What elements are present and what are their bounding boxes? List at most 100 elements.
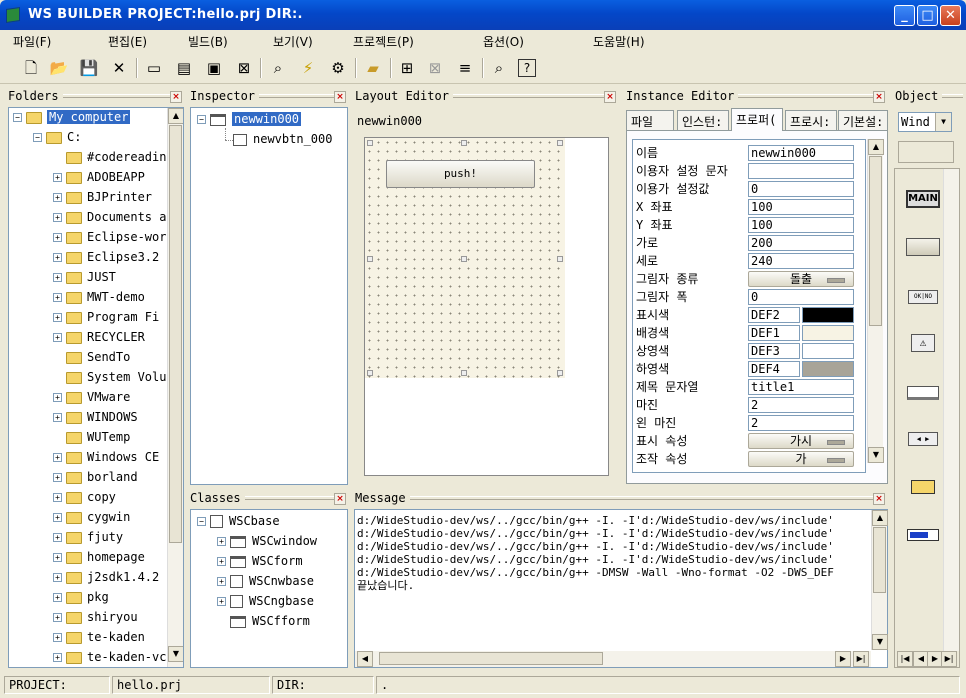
folder-item[interactable]: + cygwin <box>53 510 130 530</box>
open-folder-icon[interactable]: 📂 <box>48 57 70 79</box>
folder-item[interactable]: + BJPrinter <box>53 190 152 210</box>
property-field[interactable]: newwin000 <box>748 145 854 161</box>
resize-handle[interactable] <box>557 140 563 146</box>
expand-icon[interactable]: + <box>53 293 62 302</box>
color-swatch[interactable] <box>802 343 854 359</box>
collapse-icon[interactable]: − <box>197 517 206 526</box>
scroll-down-icon[interactable]: ▼ <box>872 634 888 650</box>
property-color-field[interactable]: DEF2 <box>748 307 800 323</box>
menu-options[interactable]: 옵션(O) <box>483 33 524 50</box>
folder-item[interactable]: + Program Fi <box>53 310 159 330</box>
title-bar[interactable]: WS BUILDER PROJECT:hello.prj DIR:. _ □ ✕ <box>0 0 966 30</box>
design-window[interactable]: push! <box>365 138 565 378</box>
expand-icon[interactable]: + <box>53 413 62 422</box>
folder-item[interactable]: + borland <box>53 470 138 490</box>
message-vscrollbar[interactable]: ▲ ▼ <box>871 510 888 650</box>
expand-icon[interactable]: + <box>53 613 62 622</box>
property-field[interactable]: 100 <box>748 217 854 233</box>
hscroll-thumb[interactable] <box>379 652 603 665</box>
expand-icon[interactable]: + <box>53 213 62 222</box>
folder-item[interactable]: + Documents a <box>53 210 166 230</box>
expand-icon[interactable]: + <box>53 193 62 202</box>
inspect-icon[interactable]: ⌕ <box>267 57 289 79</box>
folder-item[interactable]: + JUST <box>53 270 116 290</box>
grid-off-icon[interactable]: ⊠ <box>424 57 446 79</box>
layout-canvas[interactable]: push! <box>364 137 609 476</box>
scroll-thumb[interactable] <box>869 156 882 326</box>
scroll-up-icon[interactable]: ▲ <box>168 108 183 124</box>
folder-item[interactable]: + j2sdk1.4.2 <box>53 570 159 590</box>
close-button[interactable]: ✕ <box>940 5 961 26</box>
textfield-object-icon[interactable] <box>904 380 942 406</box>
folder-item[interactable]: + te-kaden <box>53 630 145 650</box>
expand-icon[interactable]: + <box>53 473 62 482</box>
push-button[interactable]: push! <box>386 160 535 188</box>
menu-help[interactable]: 도움말(H) <box>593 33 645 50</box>
classes-close-icon[interactable]: × <box>334 493 346 505</box>
scroll-thumb[interactable] <box>169 125 182 543</box>
scroll-up-icon[interactable]: ▲ <box>872 510 888 526</box>
resize-handle[interactable] <box>367 370 373 376</box>
folder-item[interactable]: SendTo <box>53 350 130 370</box>
resize-handle[interactable] <box>367 256 373 262</box>
folders-scrollbar[interactable]: ▲ ▼ <box>167 108 183 667</box>
folder-item[interactable]: + homepage <box>53 550 145 570</box>
expand-icon[interactable]: + <box>53 253 62 262</box>
expand-icon[interactable]: + <box>53 593 62 602</box>
folder-item[interactable]: + shiryou <box>53 610 138 630</box>
expand-icon[interactable]: + <box>53 453 62 462</box>
save-icon[interactable]: 💾 <box>78 57 100 79</box>
expand-icon[interactable]: + <box>53 653 62 662</box>
folder-item[interactable]: + pkg <box>53 590 109 610</box>
class-item[interactable]: − WSCbase <box>197 514 280 534</box>
collapse-icon[interactable]: − <box>33 133 42 142</box>
property-field[interactable]: 2 <box>748 415 854 431</box>
properties-scrollbar[interactable]: ▲ ▼ <box>867 139 884 463</box>
folders-close-icon[interactable]: × <box>170 91 182 103</box>
progress-object-icon[interactable] <box>904 522 942 548</box>
menu-view[interactable]: 보기(V) <box>273 33 313 50</box>
property-field[interactable]: 0 <box>748 289 854 305</box>
expand-icon[interactable]: + <box>53 553 62 562</box>
property-field[interactable]: title1 <box>748 379 854 395</box>
folder-item[interactable]: + copy <box>53 490 116 510</box>
folder-item[interactable]: + WINDOWS <box>53 410 138 430</box>
folder-item[interactable]: + MWT-demo <box>53 290 145 310</box>
maximize-button[interactable]: □ <box>917 5 938 26</box>
collapse-icon[interactable]: − <box>13 113 22 122</box>
tree-item-newwin000[interactable]: − newwin000 <box>197 112 302 132</box>
tab-procedure[interactable]: 프로시: <box>785 110 837 130</box>
message-close-icon[interactable]: × <box>873 493 885 505</box>
menu-project[interactable]: 프로젝트(P) <box>353 33 414 50</box>
instance-editor-close-icon[interactable]: × <box>873 91 885 103</box>
resize-handle[interactable] <box>557 370 563 376</box>
window-icon[interactable]: ▭ <box>143 57 165 79</box>
color-swatch[interactable] <box>802 307 854 323</box>
expand-icon[interactable]: + <box>217 557 226 566</box>
tree-item-newvbtn[interactable]: newvbtn_000 <box>233 132 332 152</box>
expand-icon[interactable]: + <box>217 577 226 586</box>
folder-item[interactable]: + RECYCLER <box>53 330 145 350</box>
resize-handle[interactable] <box>367 140 373 146</box>
tab-instance[interactable]: 인스턴: <box>677 110 729 130</box>
property-field[interactable]: 240 <box>748 253 854 269</box>
menu-file[interactable]: 파일(F) <box>13 33 51 50</box>
expand-icon[interactable]: + <box>53 493 62 502</box>
class-item[interactable]: + WSCform <box>217 554 303 574</box>
preview-icon[interactable]: ⌕ <box>488 57 510 79</box>
expand-icon[interactable]: + <box>53 333 62 342</box>
scroll-down-icon[interactable]: ▼ <box>168 646 183 662</box>
property-field[interactable]: 200 <box>748 235 854 251</box>
color-swatch[interactable] <box>802 361 854 377</box>
inspector-tree[interactable]: − newwin000 newvbtn_000 <box>190 107 348 485</box>
property-choice-button[interactable]: 돌출 <box>748 271 854 287</box>
class-item[interactable]: + WSCwindow <box>217 534 317 554</box>
object-category-select[interactable]: Wind ▼ <box>898 112 952 132</box>
open-window-icon[interactable]: ▤ <box>173 57 195 79</box>
folder-item[interactable]: − My computer <box>13 110 131 130</box>
scroll-up-icon[interactable]: ▲ <box>868 139 884 155</box>
classes-tree[interactable]: − WSCbase + WSCwindow + WSCform + WSCnwbase + WSC… <box>190 509 348 668</box>
folders-tree[interactable]: − My computer − C: #codereadin + ADOBEAPP + BJPr… <box>8 107 184 668</box>
folder-item[interactable]: #codereadin <box>53 150 166 170</box>
cut-icon[interactable]: ✕ <box>108 57 130 79</box>
